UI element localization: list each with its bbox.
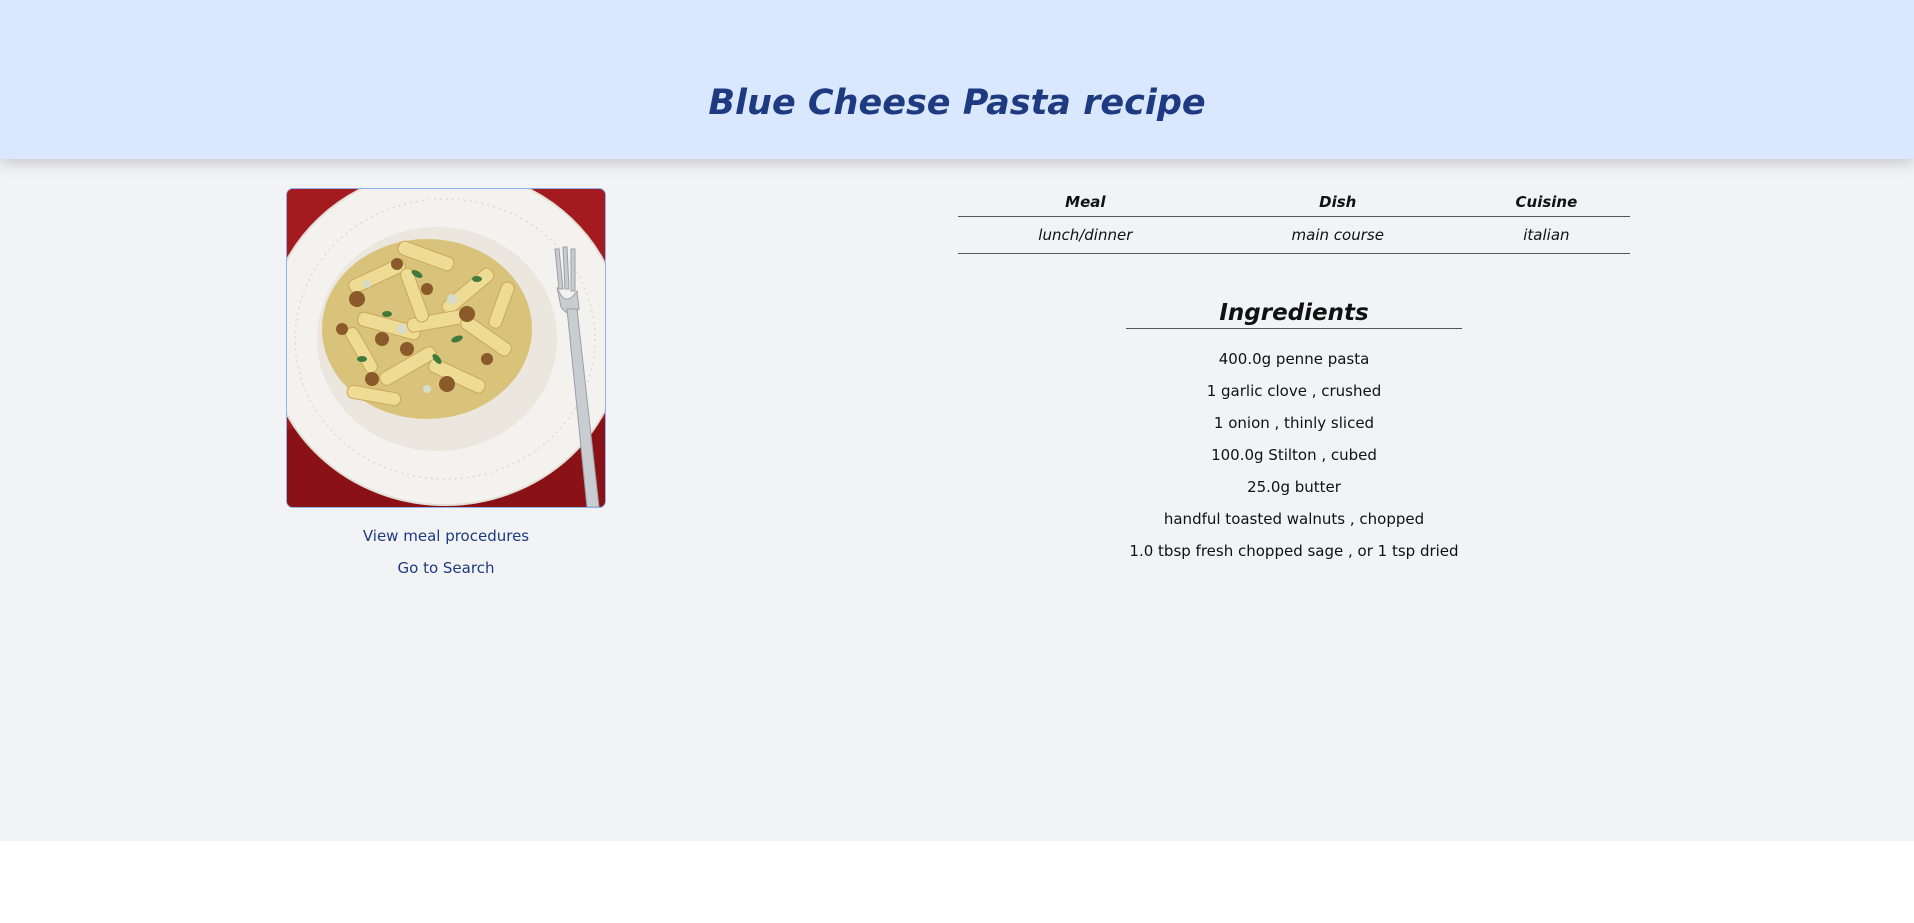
list-item: 25.0g butter xyxy=(1247,478,1341,496)
ingredients-list: 400.0g penne pasta 1 garlic clove , crus… xyxy=(1026,343,1562,567)
dish-photo-icon xyxy=(287,189,605,507)
ingredients-heading: Ingredients xyxy=(1126,298,1462,329)
cuisine-header: Cuisine xyxy=(1462,188,1630,217)
list-item: handful toasted walnuts , chopped xyxy=(1163,510,1425,528)
meal-header: Meal xyxy=(958,188,1213,217)
list-item: 1 onion , thinly sliced xyxy=(1213,414,1375,432)
cuisine-value: italian xyxy=(1462,216,1630,254)
recipe-info: Meal Dish Cuisine lunch/dinner main cour… xyxy=(958,188,1630,567)
dish-header: Dish xyxy=(1212,188,1463,217)
dish-value: main course xyxy=(1212,216,1463,254)
page-title: Blue Cheese Pasta recipe xyxy=(708,83,1206,123)
meal-value: lunch/dinner xyxy=(958,216,1213,254)
list-item: 400.0g penne pasta xyxy=(1218,350,1370,368)
table-header-row: Meal Dish Cuisine xyxy=(958,188,1630,217)
list-item: 1.0 tbsp fresh chopped sage , or 1 tsp d… xyxy=(1129,542,1459,560)
recipe-image-column: View meal procedures Go to Search xyxy=(286,188,606,584)
page: Blue Cheese Pasta recipe View meal proce… xyxy=(0,0,1914,841)
recipe-image xyxy=(286,188,606,508)
ingredients-section: Ingredients 400.0g penne pasta 1 garlic … xyxy=(1126,298,1462,567)
list-item: 1 garlic clove , crushed xyxy=(1206,382,1382,400)
go-to-search-link[interactable]: Go to Search xyxy=(398,552,495,584)
page-header: Blue Cheese Pasta recipe xyxy=(0,0,1914,159)
recipe-links: View meal procedures Go to Search xyxy=(363,520,529,584)
table-row: lunch/dinner main course italian xyxy=(958,216,1630,254)
recipe-meta-table: Meal Dish Cuisine lunch/dinner main cour… xyxy=(958,188,1630,254)
list-item: 100.0g Stilton , cubed xyxy=(1211,446,1377,464)
view-procedures-link[interactable]: View meal procedures xyxy=(363,520,529,552)
